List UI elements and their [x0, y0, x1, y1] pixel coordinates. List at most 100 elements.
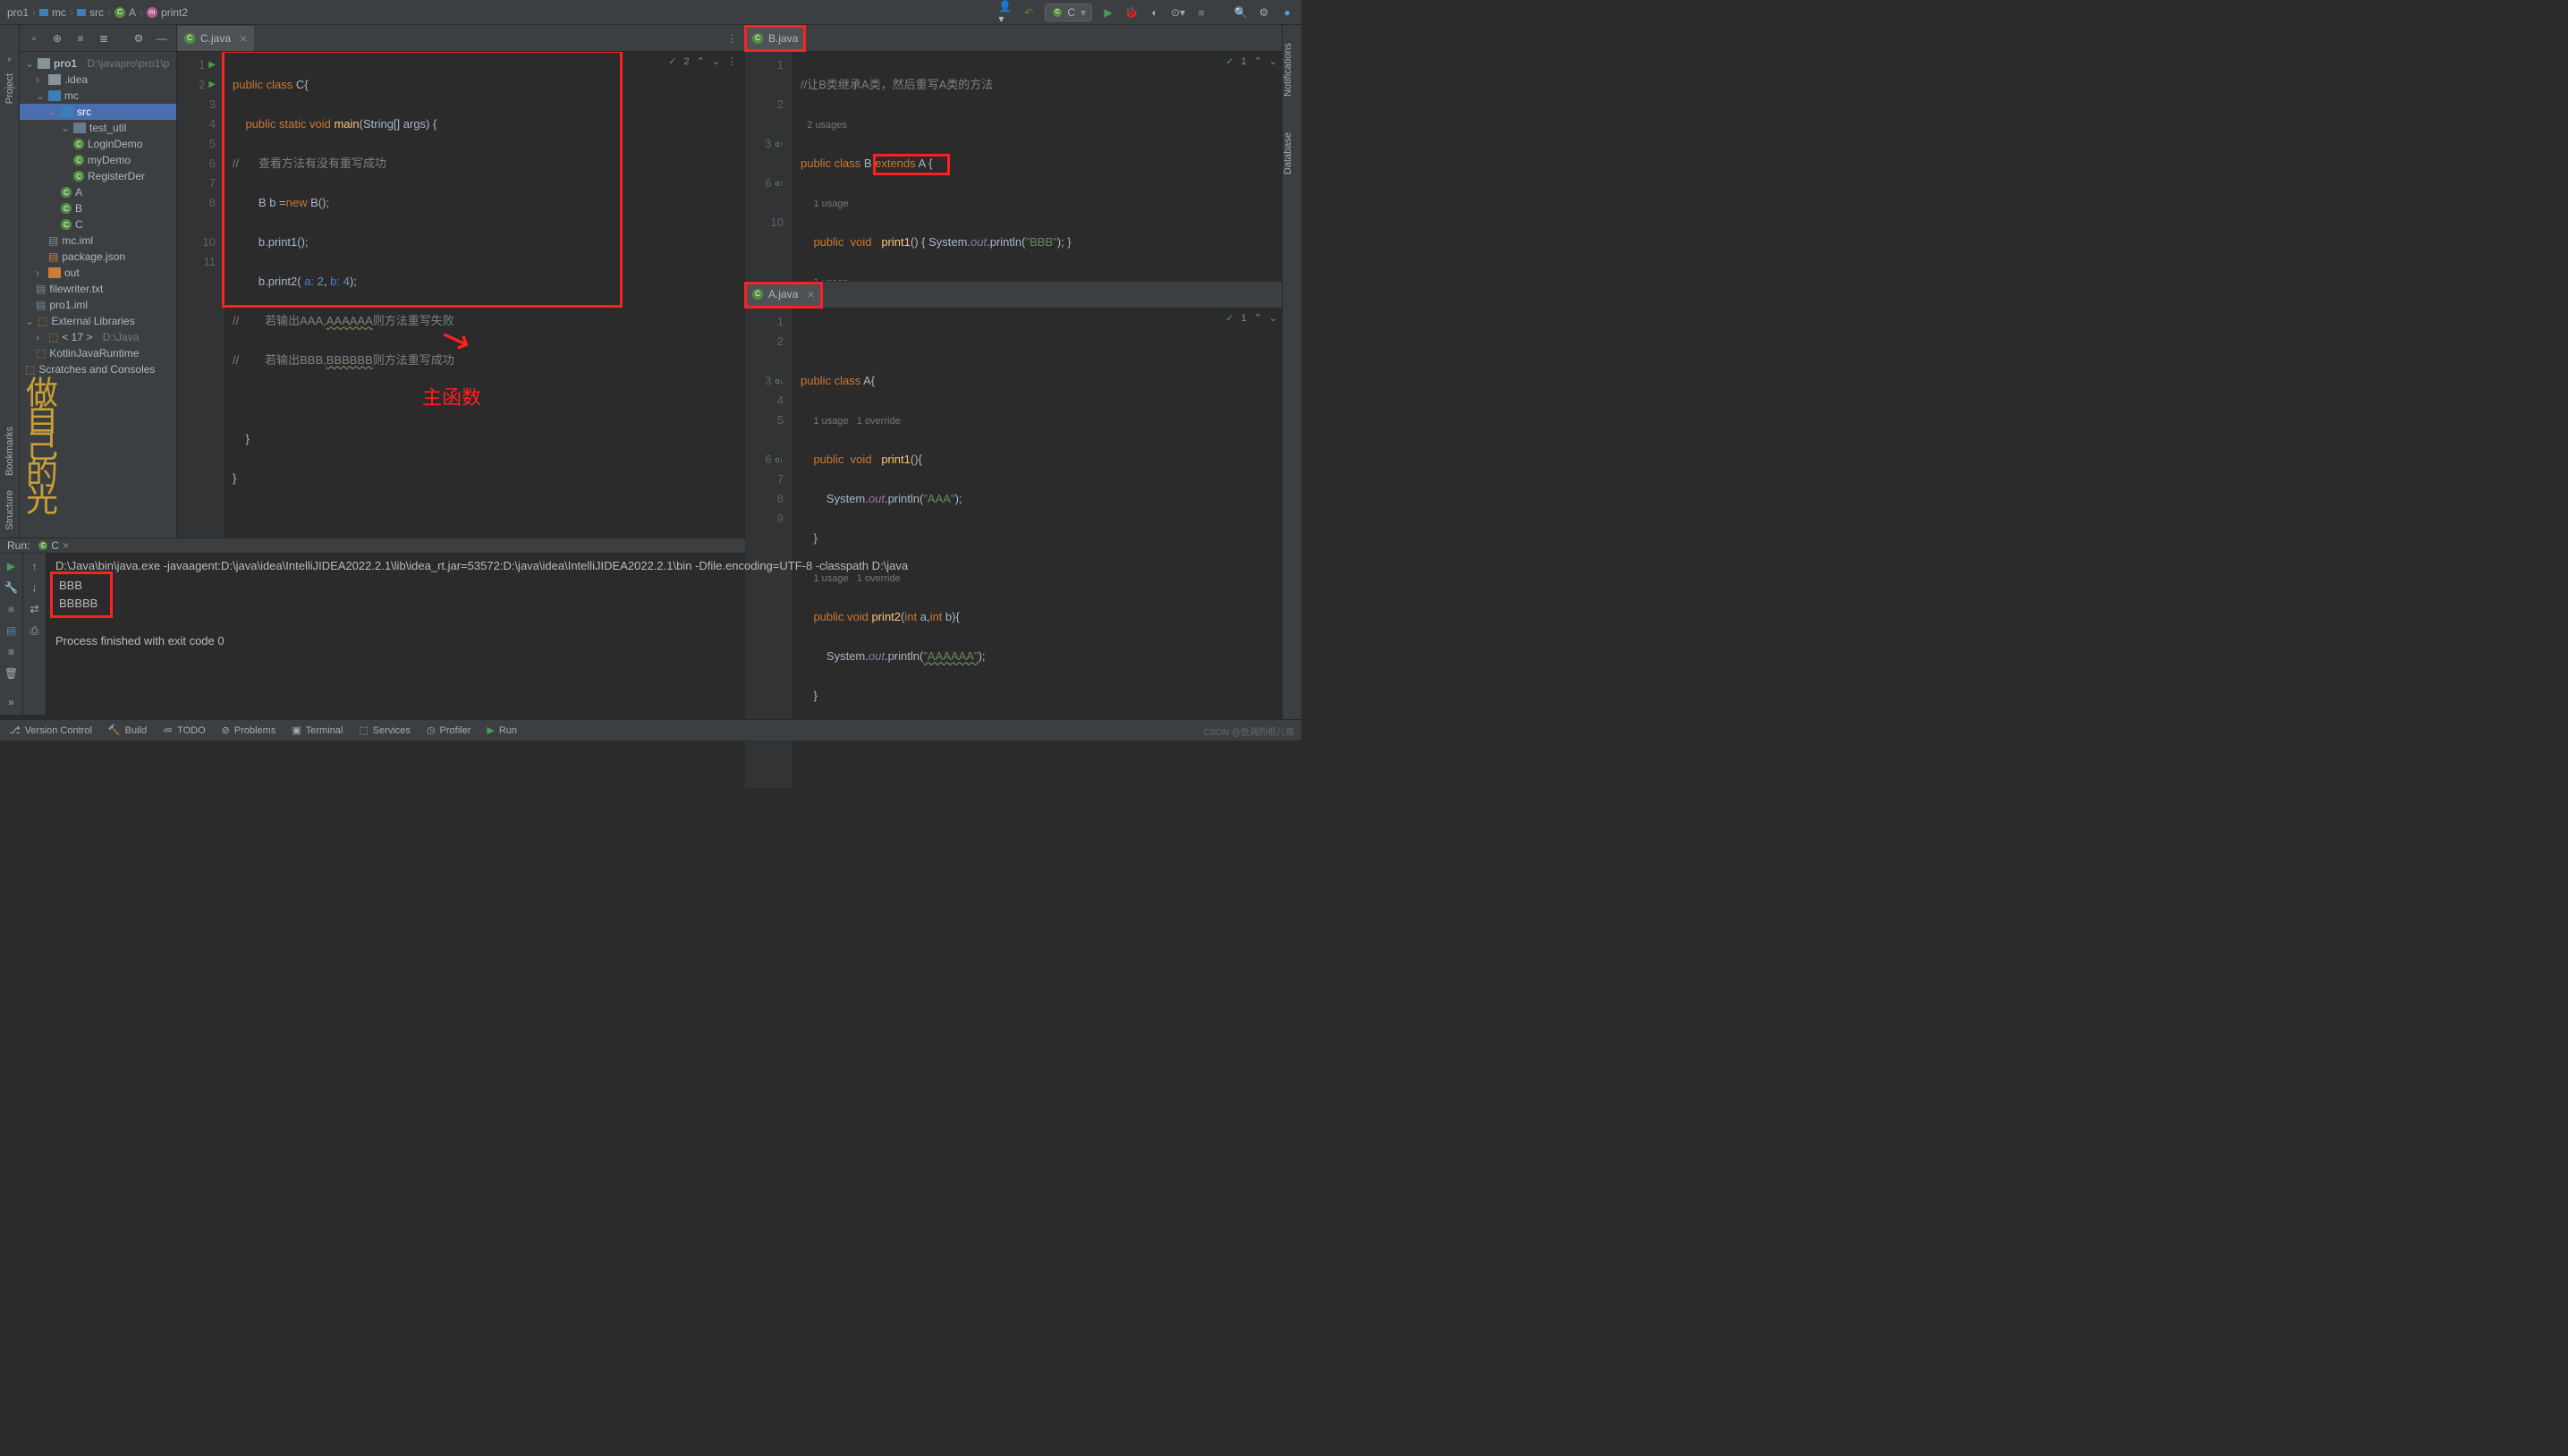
bookmarks-label[interactable]: Bookmarks	[4, 419, 15, 483]
debug-button[interactable]: 🐞	[1124, 5, 1139, 20]
editor-b: CB.java ⋮ 123 o↑6 o↑10 //让B类继承A类，然后重写A类的…	[745, 25, 1301, 282]
breadcrumb-item[interactable]: mprint2	[147, 6, 188, 19]
tree-item-scratches[interactable]: ⬚Scratches and Consoles	[20, 361, 176, 377]
breadcrumb: pro1› mc› src› CA› mprint2	[7, 6, 188, 19]
tree-root[interactable]: ⌄pro1 D:\javapro\pro1\p	[20, 55, 176, 72]
more-icon[interactable]: »	[4, 695, 19, 709]
project-view-icon[interactable]: ▫	[27, 31, 41, 46]
wrench-icon[interactable]: 🔧	[4, 580, 19, 595]
console-cmd: D:\Java\bin\java.exe -javaagent:D:\java\…	[55, 557, 1292, 575]
right-tool-strip: Notifications Database	[1282, 25, 1301, 719]
project-panel: ▫ ⊕ ≡ ≣ ⚙ — ⌄pro1 D:\javapro\pro1\p ›.id…	[20, 25, 177, 538]
settings-icon[interactable]: ⚙	[1257, 5, 1271, 20]
coverage-button[interactable]: ◐	[1148, 5, 1162, 20]
run-button[interactable]: ▶	[1101, 5, 1115, 20]
notifications-label[interactable]: Notifications	[1283, 25, 1293, 114]
tab-label: C.java	[200, 32, 231, 45]
bottom-toolbar: ⎇Version Control 🔨Build ≔TODO ⊘Problems …	[0, 719, 1301, 741]
breadcrumb-item[interactable]: pro1	[7, 6, 29, 19]
tree-item[interactable]: ▤package.json	[20, 249, 176, 265]
tree-item[interactable]: CmyDemo	[20, 152, 176, 168]
tree-item[interactable]: ⬚KotlinJavaRuntime	[20, 345, 176, 361]
tab-label: A.java	[768, 288, 798, 301]
tab-label: B.java	[768, 32, 798, 45]
up-icon[interactable]: ↑	[28, 559, 42, 573]
expand-icon[interactable]: ≡	[73, 31, 88, 46]
project-label[interactable]: Project	[4, 66, 15, 111]
breadcrumb-item[interactable]: src	[77, 6, 104, 19]
tree-item[interactable]: CRegisterDer	[20, 168, 176, 184]
editor-c: CC.java× ⋮ 1 ▶2 ▶3456781011 public class…	[177, 25, 745, 538]
profile-button[interactable]: ⊙▾	[1171, 5, 1185, 20]
wrap-icon[interactable]: ⇄	[28, 602, 42, 616]
rerun-icon[interactable]: ▶	[4, 559, 19, 573]
print-icon[interactable]: ⎙	[28, 623, 42, 638]
build-tab[interactable]: 🔨Build	[108, 724, 147, 736]
tree-item[interactable]: ›.idea	[20, 72, 176, 88]
stop-icon[interactable]: ■	[4, 602, 19, 616]
tree-item[interactable]: CA	[20, 184, 176, 200]
tree-item[interactable]: CB	[20, 200, 176, 216]
trash-icon[interactable]: 🗑	[4, 666, 19, 681]
tab-c-java[interactable]: CC.java×	[177, 26, 254, 51]
run-config-label: C	[1067, 6, 1075, 19]
problems-tab[interactable]: ⊘Problems	[222, 724, 276, 736]
tree-item[interactable]: ⌄test_util	[20, 120, 176, 136]
tree-item[interactable]: ▤pro1.iml	[20, 297, 176, 313]
locate-icon[interactable]: ⊕	[50, 31, 64, 46]
close-icon[interactable]: ×	[240, 31, 247, 46]
terminal-tab[interactable]: ▣Terminal	[292, 724, 343, 736]
console-output[interactable]: D:\Java\bin\java.exe -javaagent:D:\java\…	[47, 554, 1301, 715]
profiler-tab[interactable]: ◷Profiler	[427, 724, 470, 736]
breadcrumb-item[interactable]: CA	[114, 6, 136, 19]
tree-item-src[interactable]: ⌄src	[20, 104, 176, 120]
stop-button[interactable]: ■	[1194, 5, 1208, 20]
avatar-icon[interactable]: ●	[1280, 5, 1294, 20]
annotation-text: 主函数	[422, 388, 481, 408]
tree-item[interactable]: CC	[20, 216, 176, 233]
tree-item[interactable]: ▤mc.iml	[20, 233, 176, 249]
close-icon[interactable]: ×	[807, 287, 814, 301]
navigation-bar: pro1› mc› src› CA› mprint2 👤▾ ↶ C C ▾ ▶ …	[0, 0, 1301, 25]
project-tree[interactable]: ⌄pro1 D:\javapro\pro1\p ›.idea ⌄mc ⌄src …	[20, 52, 176, 381]
code-editor-c[interactable]: 1 ▶2 ▶3456781011 public class C{ public …	[177, 52, 744, 538]
structure-label[interactable]: Structure	[4, 483, 15, 538]
layout-icon[interactable]: ▤	[4, 623, 19, 638]
tree-item[interactable]: ⌄mc	[20, 88, 176, 104]
run-toolbar-left: ▶ 🔧 ■ ▤ ≡ 🗑 »	[0, 554, 23, 715]
project-tool-icon[interactable]: ▫	[3, 52, 17, 66]
tab-b-java[interactable]: CB.java	[745, 26, 805, 51]
hide-icon[interactable]: —	[155, 31, 169, 46]
editor-status: ✓2⌃⌄⋮	[668, 55, 737, 67]
version-control-tab[interactable]: ⎇Version Control	[9, 724, 92, 736]
code-editor-a[interactable]: 123 o↓456 o↓789 public class A{ 1 usage …	[745, 309, 1301, 788]
run-config-name: C	[51, 539, 59, 552]
todo-tab[interactable]: ≔TODO	[163, 724, 206, 736]
run-config-dropdown[interactable]: C C ▾	[1045, 4, 1092, 21]
run-panel: Run: CC× ⚙ — ▶ 🔧 ■ ▤ ≡ 🗑 » ↑ ↓ ⇄ ⎙ D:\Ja…	[0, 538, 1301, 715]
filter-icon[interactable]: ≡	[4, 645, 19, 659]
tab-menu-icon[interactable]: ⋮	[726, 32, 737, 45]
run-tab[interactable]: ▶Run	[487, 724, 517, 736]
services-tab[interactable]: ⬚Services	[359, 724, 411, 736]
tree-item[interactable]: ▤filewriter.txt	[20, 281, 176, 297]
search-icon[interactable]: 🔍	[1233, 5, 1248, 20]
run-label: Run:	[7, 539, 30, 552]
gutter: 1 ▶2 ▶3456781011	[177, 52, 225, 538]
tree-item-extlibs[interactable]: ⌄⬚External Libraries	[20, 313, 176, 329]
tab-bar-left: CC.java× ⋮	[177, 25, 744, 52]
console-exit: Process finished with exit code 0	[55, 632, 1292, 650]
tree-item[interactable]: CLoginDemo	[20, 136, 176, 152]
back-icon[interactable]: ↶	[1021, 5, 1036, 20]
tree-item[interactable]: ›out	[20, 265, 176, 281]
down-icon[interactable]: ↓	[28, 580, 42, 595]
gear-icon[interactable]: ⚙	[131, 31, 146, 46]
code-editor-b[interactable]: 123 o↑6 o↑10 //让B类继承A类，然后重写A类的方法 2 usage…	[745, 52, 1301, 281]
tab-a-java[interactable]: CA.java×	[745, 283, 822, 308]
collapse-icon[interactable]: ≣	[97, 31, 111, 46]
database-label[interactable]: Database	[1283, 114, 1293, 192]
breadcrumb-item[interactable]: mc	[39, 6, 66, 19]
user-icon[interactable]: 👤▾	[998, 5, 1013, 20]
annotation-arrow: ↘	[437, 325, 472, 353]
tree-item[interactable]: ›⬚< 17 > D:\Java	[20, 329, 176, 345]
